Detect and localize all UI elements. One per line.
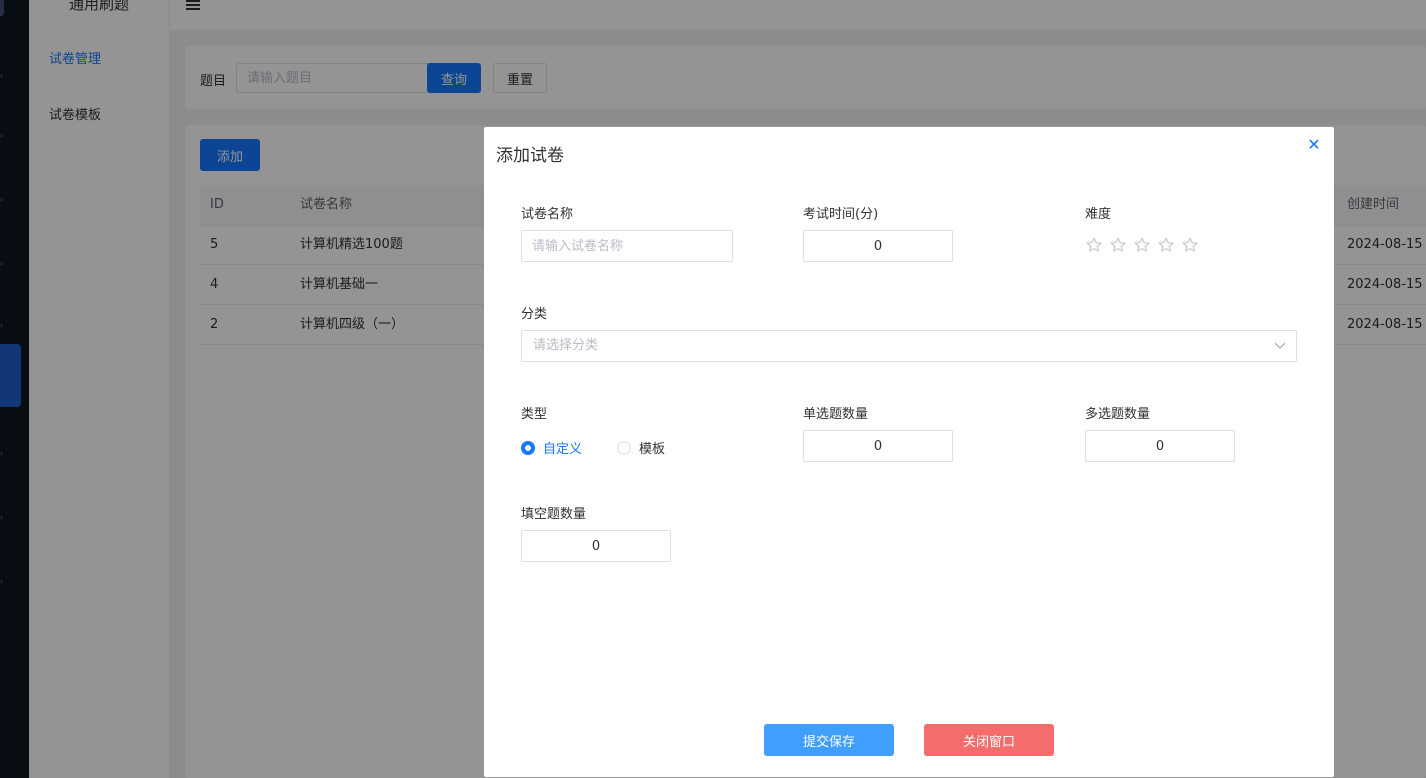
star-outline-icon[interactable]: [1109, 236, 1127, 254]
close-icon[interactable]: ✕: [1307, 136, 1321, 154]
paper-name-input[interactable]: [521, 230, 733, 262]
category-label: 分类: [521, 307, 548, 322]
exam-time-input[interactable]: [803, 230, 953, 262]
close-window-button[interactable]: 关闭窗口: [924, 724, 1054, 756]
multi-count-label: 多选题数量: [1085, 407, 1151, 422]
exam-time-label: 考试时间(分): [803, 207, 879, 222]
type-radio-custom[interactable]: 自定义: [521, 438, 582, 457]
submit-save-button[interactable]: 提交保存: [764, 724, 894, 756]
radio-dot: [521, 440, 535, 455]
single-count-input[interactable]: [803, 430, 953, 462]
star-outline-icon[interactable]: [1085, 236, 1103, 254]
blank-count-label: 填空题数量: [521, 507, 587, 522]
multi-count-input[interactable]: [1085, 430, 1235, 462]
chevron-down-icon: [1274, 342, 1286, 349]
single-count-label: 单选题数量: [803, 407, 869, 422]
star-outline-icon[interactable]: [1133, 236, 1151, 254]
star-outline-icon[interactable]: [1181, 236, 1199, 254]
category-placeholder: 请选择分类: [533, 338, 599, 353]
difficulty-rating[interactable]: [1085, 236, 1199, 256]
type-label: 类型: [521, 407, 548, 422]
add-paper-dialog: 添加试卷 ✕ 试卷名称 考试时间(分) 难度 分类 请选择分类 类型 自定义 模…: [484, 127, 1334, 777]
paper-name-label: 试卷名称: [521, 207, 574, 222]
type-radio-template[interactable]: 模板: [617, 438, 665, 457]
dialog-title: 添加试卷: [496, 146, 564, 166]
difficulty-label: 难度: [1085, 207, 1112, 222]
star-outline-icon[interactable]: [1157, 236, 1175, 254]
blank-count-input[interactable]: [521, 530, 671, 562]
type-option-label: 自定义: [543, 442, 583, 457]
radio-dot: [617, 440, 631, 455]
type-option-label: 模板: [639, 442, 666, 457]
category-select[interactable]: 请选择分类: [521, 330, 1297, 362]
